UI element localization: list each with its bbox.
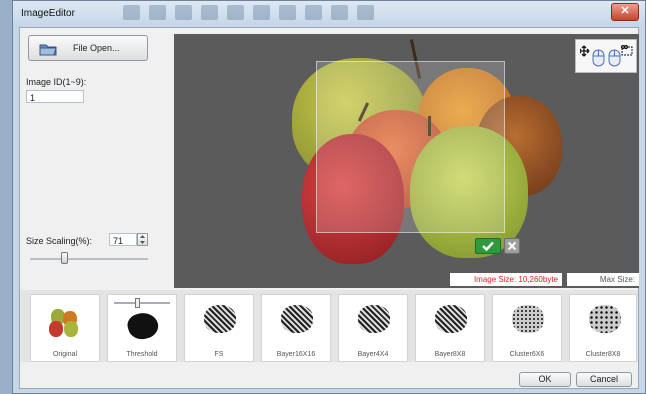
cancel-crop-button[interactable]: [504, 238, 520, 254]
slider-track: [114, 302, 170, 304]
thumbnail-cluster6x6[interactable]: Cluster6X6: [492, 294, 562, 362]
size-scaling-slider[interactable]: [30, 252, 148, 266]
title-bar: ImageEditor ✕: [13, 1, 645, 27]
close-button[interactable]: ✕: [611, 3, 639, 21]
slider-thumb[interactable]: [61, 252, 68, 264]
dither-preview: [281, 305, 313, 333]
ok-button[interactable]: OK: [519, 372, 571, 387]
threshold-preview: [125, 309, 161, 343]
dither-preview: [204, 305, 236, 333]
background-toolbar-icons: [123, 5, 374, 22]
x-icon: [507, 241, 517, 251]
folder-icon: [39, 44, 57, 56]
cancel-button[interactable]: Cancel: [576, 372, 632, 387]
thumbnail-label: Bayer4X4: [357, 351, 389, 358]
thumbnail-cluster8x8[interactable]: Cluster8X8: [569, 294, 637, 362]
confirm-crop-button[interactable]: [475, 238, 501, 254]
dither-preview: [512, 305, 544, 333]
thumbnail-label: Cluster8X8: [585, 351, 621, 358]
thumbnail-label: Bayer8X8: [434, 351, 466, 358]
dither-preview: [589, 305, 621, 333]
window-title: ImageEditor: [21, 8, 75, 19]
image-canvas[interactable]: Image Size: 10,260byte Max Size: 8,096by…: [174, 34, 639, 288]
thumbnail-label: Bayer16X16: [276, 351, 316, 358]
thumb-fruit: [64, 321, 78, 337]
thumbnail-bayer16x16[interactable]: Bayer16X16: [261, 294, 331, 362]
image-id-label: Image ID(1~9):: [26, 77, 87, 87]
dither-thumbnail-strip: Original Threshold FS Bayer16X16 Bayer4X…: [20, 290, 638, 362]
thumbnail-bayer4x4[interactable]: Bayer4X4: [338, 294, 408, 362]
check-icon: [482, 241, 494, 252]
crop-selection-box[interactable]: [316, 61, 505, 233]
image-id-field[interactable]: 1: [26, 90, 84, 103]
move-mouse-icon: [580, 45, 605, 67]
image-size-readout: Image Size: 10,260byte: [450, 273, 562, 286]
file-open-label: File Open...: [73, 43, 120, 53]
size-scaling-field[interactable]: 71: [109, 233, 137, 246]
thumbnail-label: Threshold: [126, 351, 158, 358]
dither-preview: [358, 305, 390, 333]
editor-client-area: File Open... Image ID(1~9): 1 Size Scali…: [19, 27, 639, 389]
mouse-hint-panel: [575, 39, 637, 73]
dither-preview: [435, 305, 467, 333]
spin-arrows-icon: [140, 235, 145, 244]
file-open-button[interactable]: File Open...: [28, 35, 148, 61]
thumb-fruit: [49, 321, 63, 337]
thumbnail-threshold[interactable]: Threshold: [107, 294, 177, 362]
thumbnail-original[interactable]: Original: [30, 294, 100, 362]
image-editor-window: ImageEditor ✕ File Open... Image ID(1~9)…: [12, 0, 646, 394]
thumbnail-label: FS: [214, 351, 224, 358]
threshold-slider[interactable]: [114, 298, 170, 308]
size-scaling-label: Size Scaling(%):: [26, 236, 93, 246]
crop-mouse-icon: [608, 45, 633, 67]
thumbnail-fs[interactable]: FS: [184, 294, 254, 362]
thumbnail-label: Original: [52, 351, 78, 358]
thumbnail-bayer8x8[interactable]: Bayer8X8: [415, 294, 485, 362]
max-size-readout: Max Size: 8,096byte: [567, 273, 639, 286]
thumbnail-label: Cluster6X6: [509, 351, 545, 358]
slider-thumb[interactable]: [135, 298, 140, 308]
size-scaling-spinner[interactable]: [137, 233, 148, 246]
slider-track: [30, 258, 148, 260]
